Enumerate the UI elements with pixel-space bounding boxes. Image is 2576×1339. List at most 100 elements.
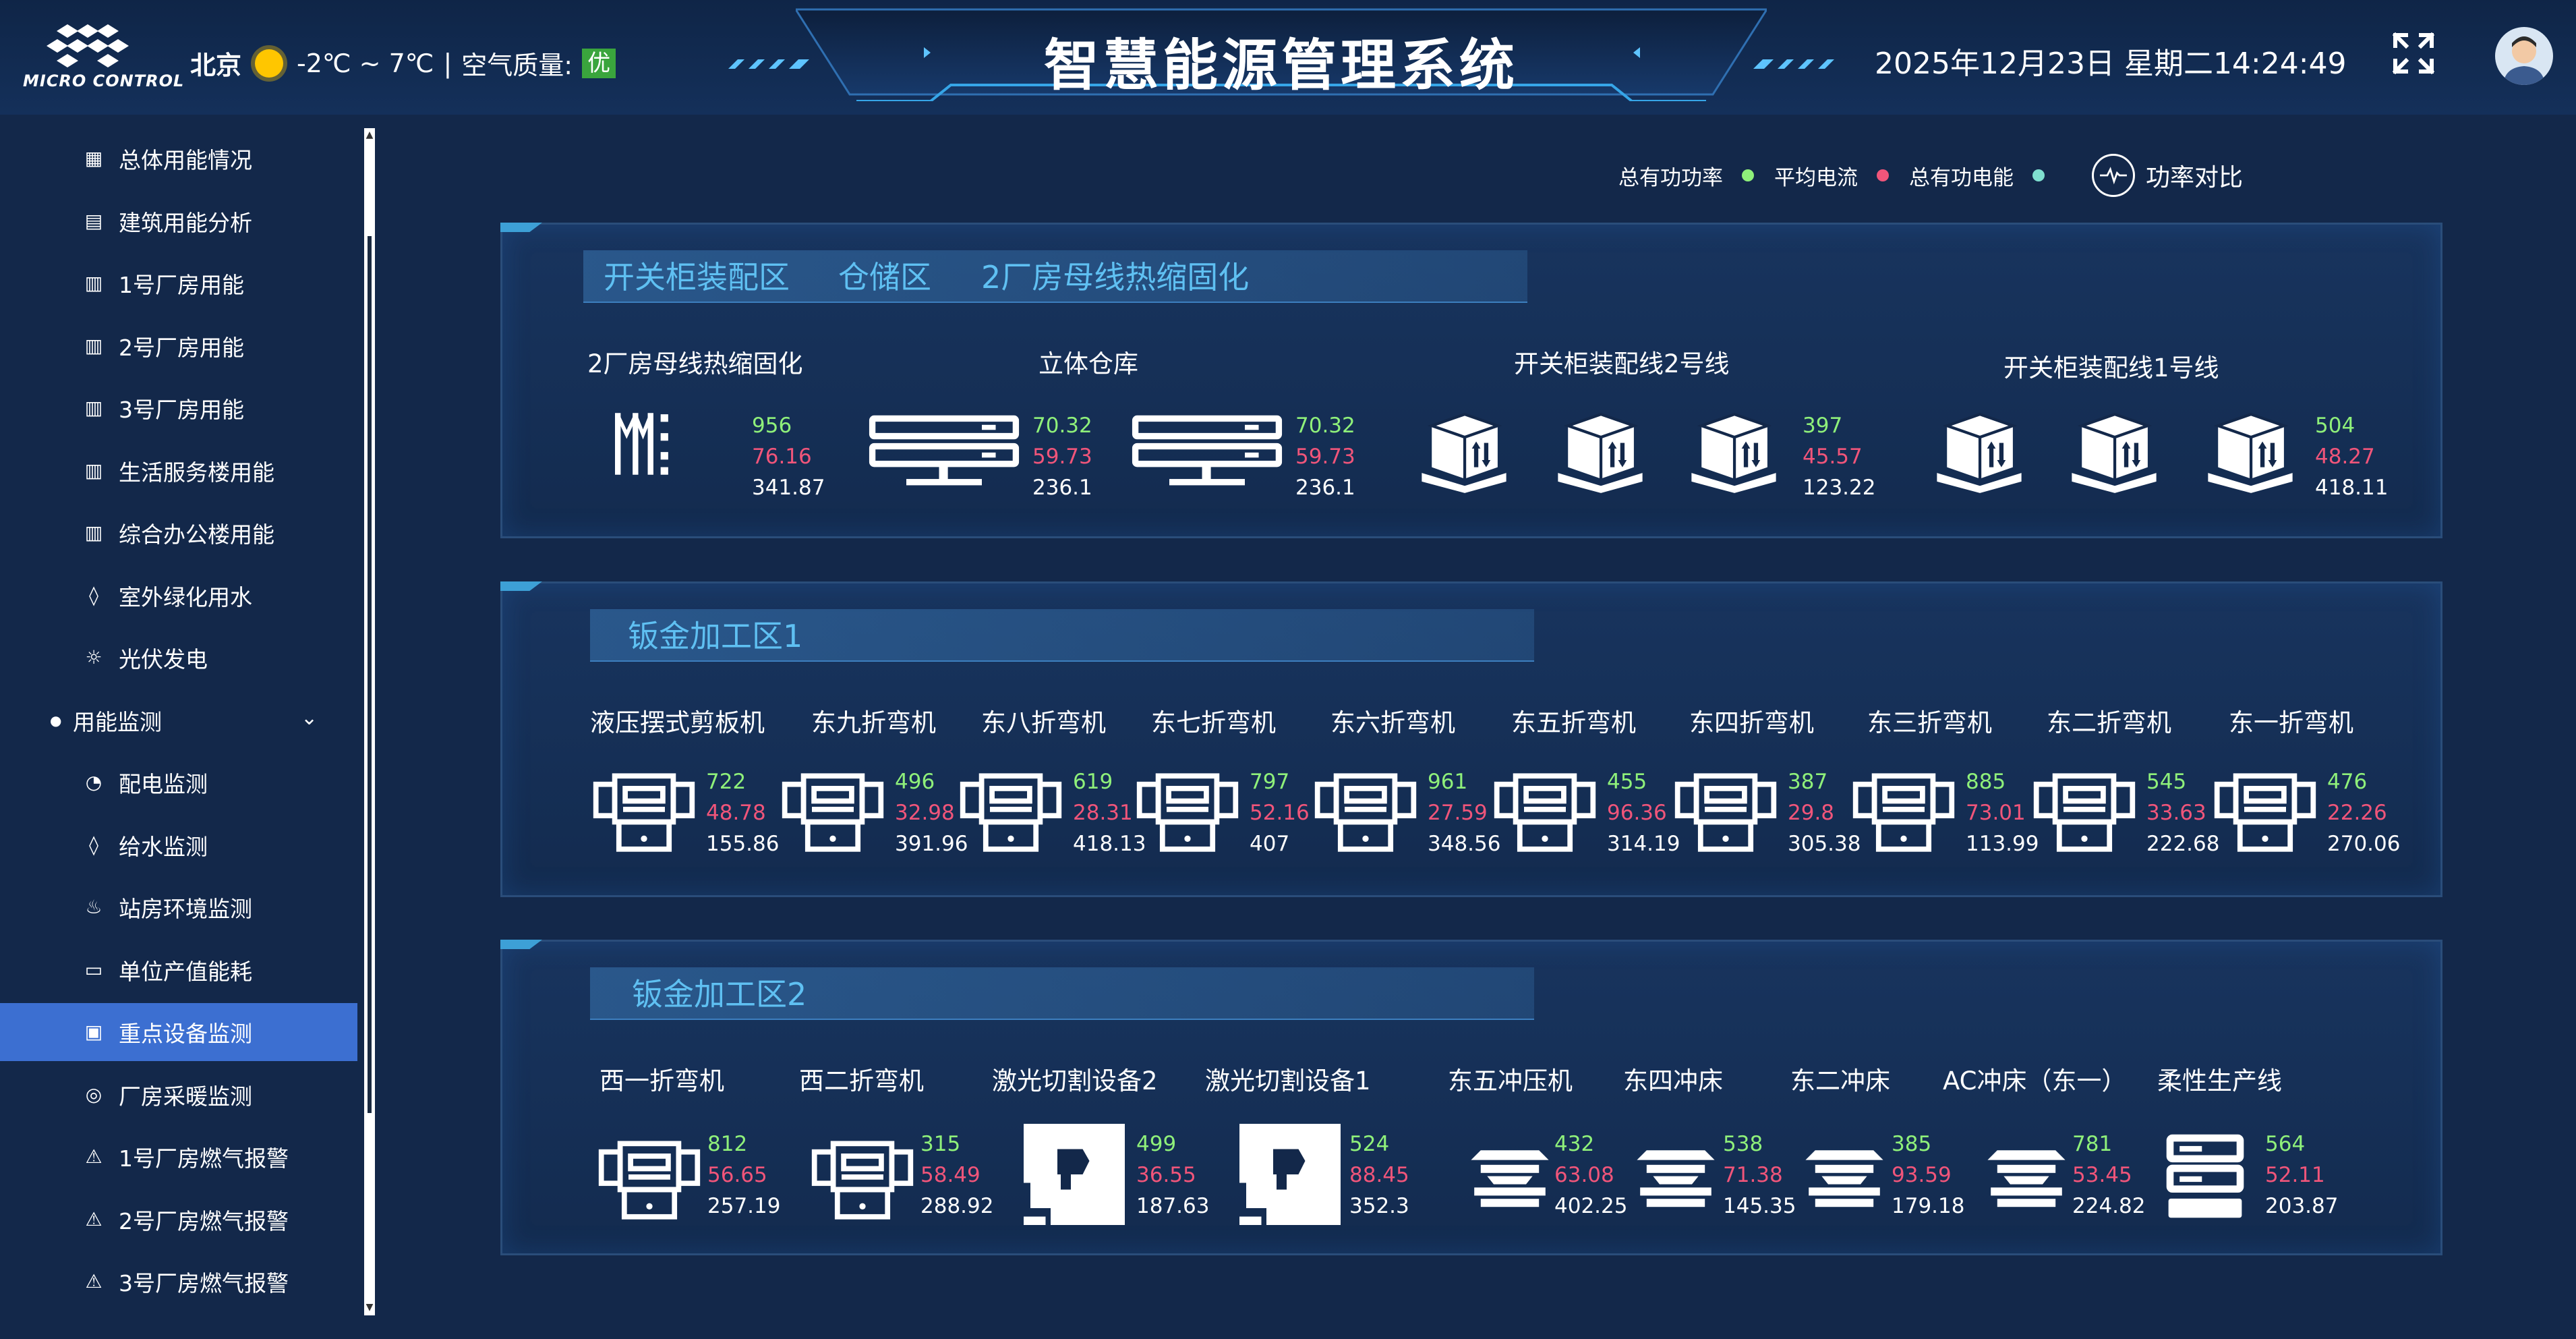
device-label: AC冲床（东一） bbox=[1943, 1066, 2127, 1095]
legend-item-total-active-energy[interactable]: 总有功电能 bbox=[1909, 161, 2045, 191]
energy-value: 314.19 bbox=[1607, 832, 1680, 856]
panel-corner-decoration bbox=[500, 581, 542, 591]
chevron-down-icon[interactable]: ⌄ bbox=[301, 706, 318, 730]
sidebar-item-plant-heating[interactable]: ◎ 厂房采暖监测 bbox=[0, 1066, 357, 1124]
energy-value: 224.82 bbox=[2072, 1194, 2146, 1218]
current-value: 76.16 bbox=[752, 445, 812, 469]
bending-machine-icon bbox=[2214, 773, 2316, 852]
active-power-value: 387 bbox=[1788, 770, 1828, 794]
power-compare-label: 功率对比 bbox=[2146, 164, 2244, 192]
legend-item-average-current[interactable]: 平均电流 bbox=[1774, 161, 1889, 191]
sidebar-item-label: 配电监测 bbox=[119, 771, 208, 797]
energy-value: 236.1 bbox=[1295, 476, 1355, 500]
current-value: 52.11 bbox=[2265, 1163, 2325, 1187]
bending-machine-icon bbox=[1674, 773, 1777, 852]
current-value: 33.63 bbox=[2146, 801, 2206, 825]
sidebar-item-plant1-energy[interactable]: ▥ 1号厂房用能 bbox=[0, 254, 357, 312]
sidebar-item-unit-output-energy[interactable]: ▭ 单位产值能耗 bbox=[0, 941, 357, 999]
sidebar-item-label: 室外绿化用水 bbox=[119, 583, 252, 610]
bending-machine-icon bbox=[811, 1141, 914, 1220]
user-avatar[interactable] bbox=[2495, 27, 2553, 85]
bending-machine-icon bbox=[598, 1141, 701, 1220]
device-label: 激光切割设备1 bbox=[1205, 1066, 1371, 1095]
sidebar-item-power-distribution[interactable]: ◔ 配电监测 bbox=[0, 753, 357, 811]
group-label: 立体仓库 bbox=[1038, 349, 1138, 378]
sidebar-item-plant2-gas-alarm[interactable]: ⚠ 2号厂房燃气报警 bbox=[0, 1191, 357, 1249]
sidebar-item-plant2-energy[interactable]: ▥ 2号厂房用能 bbox=[0, 317, 357, 375]
panel-corner-decoration bbox=[500, 223, 542, 232]
sidebar-item-label: 重点设备监测 bbox=[119, 1021, 252, 1047]
bar-chart-icon: ▥ bbox=[84, 521, 103, 544]
bending-machine-icon bbox=[1852, 773, 1955, 852]
water-drop-icon: ◊ bbox=[89, 583, 98, 606]
active-power-value: 397 bbox=[1803, 414, 1843, 438]
sidebar-item-energy-monitoring[interactable]: ● 用能监测 ⌄ bbox=[0, 691, 357, 749]
bending-machine-icon bbox=[1314, 773, 1417, 852]
sidebar-item-office-building[interactable]: ▥ 综合办公楼用能 bbox=[0, 504, 357, 562]
sidebar-item-outdoor-water[interactable]: ◊ 室外绿化用水 bbox=[0, 567, 357, 625]
water-drop-icon: ◊ bbox=[89, 833, 98, 856]
active-power-value: 956 bbox=[752, 414, 792, 438]
sidebar-item-key-equipment[interactable]: ▣ 重点设备监测 bbox=[0, 1003, 357, 1061]
sidebar-item-label: 3号厂房用能 bbox=[119, 397, 244, 423]
warning-icon: ⚠ bbox=[85, 1145, 103, 1168]
scroll-up-arrow-icon[interactable]: ▲ bbox=[364, 130, 375, 140]
sidebar-item-water-supply[interactable]: ◊ 给水监测 bbox=[0, 816, 357, 874]
panel-tab-0[interactable]: 开关柜装配区 bbox=[604, 253, 790, 297]
sidebar-item-building-analysis[interactable]: ▤ 建筑用能分析 bbox=[0, 192, 357, 250]
laser-cutter-icon bbox=[1024, 1124, 1125, 1225]
sidebar-item-plant1-gas-alarm[interactable]: ⚠ 1号厂房燃气报警 bbox=[0, 1128, 357, 1186]
panel-tab-1[interactable]: 仓储区 bbox=[838, 253, 931, 297]
heating-icon: ◎ bbox=[85, 1083, 103, 1106]
legend-item-total-active-power[interactable]: 总有功功率 bbox=[1618, 161, 1754, 191]
sidebar-item-label: 1号厂房用能 bbox=[119, 272, 244, 298]
panel-title-bar: 钣金加工区2 bbox=[590, 967, 1534, 1020]
device-label: 西二折弯机 bbox=[799, 1066, 924, 1095]
solar-icon: ☼ bbox=[85, 646, 103, 668]
energy-value: 391.96 bbox=[895, 832, 968, 856]
air-quality-label: 空气质量: bbox=[461, 51, 573, 80]
current-value: 56.65 bbox=[707, 1163, 767, 1187]
panel-tab-2[interactable]: 2厂房母线热缩固化 bbox=[981, 253, 1249, 297]
active-power-value: 812 bbox=[707, 1132, 748, 1156]
current-value: 71.38 bbox=[1723, 1163, 1783, 1187]
sidebar-item-station-environment[interactable]: ♨ 站房环境监测 bbox=[0, 878, 357, 936]
energy-value: 348.56 bbox=[1428, 832, 1501, 856]
city-label: 北京 bbox=[190, 51, 242, 80]
package-box-icon bbox=[1422, 412, 1506, 493]
current-value: 48.78 bbox=[706, 801, 766, 825]
sidebar-item-plant3-gas-alarm[interactable]: ⚠ 3号厂房燃气报警 bbox=[0, 1253, 357, 1311]
energy-value: 407 bbox=[1250, 832, 1290, 856]
sidebar-item-solar-power[interactable]: ☼ 光伏发电 bbox=[0, 629, 357, 687]
package-box-icon bbox=[1937, 412, 2022, 493]
separator: | bbox=[443, 48, 452, 78]
sidebar-scrollbar-thumb[interactable] bbox=[364, 236, 375, 1113]
bending-machine-icon bbox=[1136, 773, 1239, 852]
sidebar-item-label: 厂房采暖监测 bbox=[119, 1083, 252, 1110]
sidebar-item-label: 单位产值能耗 bbox=[119, 958, 252, 985]
current-value: 58.49 bbox=[920, 1163, 980, 1187]
sidebar-item-label: 站房环境监测 bbox=[119, 896, 252, 922]
logo-text: MICRO CONTROL bbox=[23, 72, 185, 90]
power-compare-button[interactable]: 功率对比 bbox=[2092, 154, 2243, 197]
sidebar-item-service-building[interactable]: ▥ 生活服务楼用能 bbox=[0, 442, 357, 500]
current-value: 88.45 bbox=[1349, 1163, 1409, 1187]
active-power-value: 797 bbox=[1250, 770, 1290, 794]
sidebar-item-plant3-energy[interactable]: ▥ 3号厂房用能 bbox=[0, 379, 357, 437]
dashboard-icon: ▦ bbox=[84, 147, 103, 169]
panel-tab-0[interactable]: 钣金加工区1 bbox=[628, 612, 802, 656]
panel-tab-0[interactable]: 钣金加工区2 bbox=[632, 970, 807, 1015]
legend-dot-icon bbox=[2032, 169, 2045, 181]
device-label: 东二冲床 bbox=[1790, 1066, 1890, 1095]
sidebar-item-label: 生活服务楼用能 bbox=[119, 459, 274, 486]
scroll-down-arrow-icon[interactable]: ▼ bbox=[364, 1302, 375, 1313]
device-label: 东五冲压机 bbox=[1448, 1066, 1573, 1095]
sidebar-item-overall-energy[interactable]: ▦ 总体用能情况 bbox=[0, 130, 357, 188]
current-value: 73.01 bbox=[1966, 801, 2026, 825]
fullscreen-icon[interactable] bbox=[2393, 32, 2434, 74]
group-label: 开关柜装配线2号线 bbox=[1514, 349, 1730, 378]
energy-value: 288.92 bbox=[920, 1194, 994, 1218]
package-box-icon bbox=[2208, 412, 2293, 493]
energy-value: 236.1 bbox=[1032, 476, 1092, 500]
legend-dot-icon bbox=[1877, 169, 1889, 181]
